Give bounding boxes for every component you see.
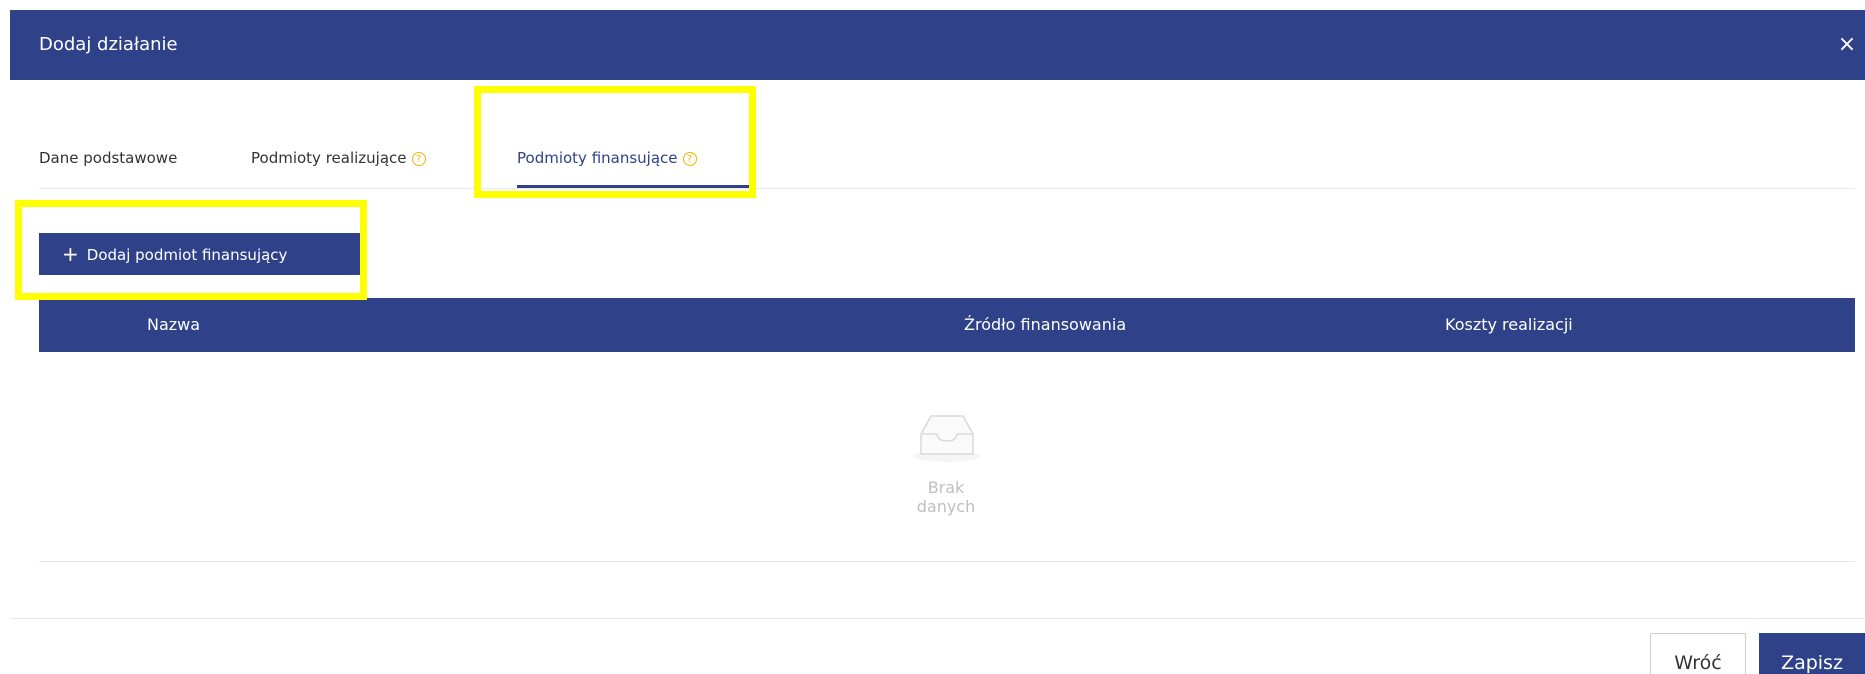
tab-basic-data[interactable]: Dane podstawowe — [39, 148, 177, 168]
tab-realizing-entities-label: Podmioty realizujące — [251, 149, 407, 167]
tabs-divider — [39, 188, 1855, 189]
column-header-implementation-costs[interactable]: Koszty realizacji — [1445, 298, 1573, 352]
tab-realizing-entities[interactable]: Podmioty realizujące? — [251, 148, 426, 168]
add-financing-entity-button[interactable]: + Dodaj podmiot finansujący — [39, 233, 361, 275]
add-action-modal: Dodaj działanie × Dane podstawowe Podmio… — [10, 10, 1865, 674]
column-header-funding-source[interactable]: Źródło finansowania — [964, 298, 1126, 352]
tab-basic-data-label: Dane podstawowe — [39, 149, 178, 167]
close-icon[interactable]: × — [1835, 34, 1859, 58]
help-icon[interactable]: ? — [411, 152, 426, 166]
table-bottom-border — [39, 561, 1855, 562]
tab-financing-entities[interactable]: Podmioty finansujące? — [517, 148, 697, 168]
back-button[interactable]: Wróć — [1650, 633, 1746, 674]
plus-icon: + — [62, 242, 79, 266]
empty-inbox-icon — [913, 415, 981, 462]
modal-title: Dodaj działanie — [39, 34, 178, 55]
save-button[interactable]: Zapisz — [1759, 633, 1865, 674]
tab-financing-entities-label: Podmioty finansujące — [517, 149, 678, 167]
modal-header: Dodaj działanie × — [10, 10, 1865, 80]
tab-bar: Dane podstawowe Podmioty realizujące? Po… — [39, 80, 1855, 190]
table-header: Nazwa Źródło finansowania Koszty realiza… — [39, 298, 1855, 352]
help-icon[interactable]: ? — [682, 152, 697, 166]
column-header-name[interactable]: Nazwa — [147, 298, 200, 352]
footer-divider — [10, 618, 1865, 619]
empty-state-text: Brak danych — [916, 478, 976, 516]
add-financing-entity-label: Dodaj podmiot finansujący — [86, 246, 288, 264]
